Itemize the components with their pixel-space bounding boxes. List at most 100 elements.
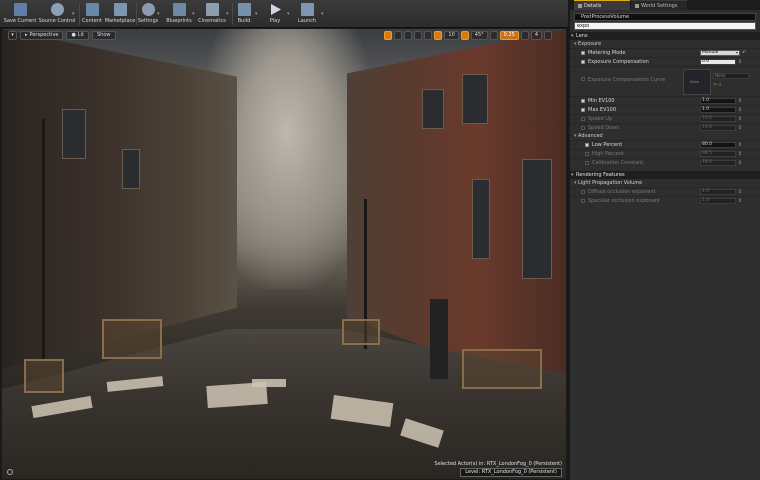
- subcategory-advanced[interactable]: Advanced: [570, 132, 760, 140]
- max-ev100-checkbox[interactable]: [581, 108, 585, 112]
- search-icon[interactable]: ⌕: [719, 82, 722, 88]
- max-ev100-input[interactable]: 1.0: [700, 107, 736, 113]
- diffuse-occlusion-checkbox[interactable]: [581, 190, 585, 194]
- low-percent-checkbox[interactable]: [585, 143, 589, 147]
- speed-up-checkbox[interactable]: [581, 117, 585, 121]
- view-mode-button[interactable]: ● Lit: [66, 31, 89, 40]
- reset-arrow-icon[interactable]: ↶: [742, 50, 747, 56]
- tab-world-settings[interactable]: World Settings: [631, 0, 687, 10]
- launch-button[interactable]: Launch: [294, 2, 320, 26]
- camera-speed-value[interactable]: 4: [530, 31, 542, 40]
- world-local-icon[interactable]: [414, 31, 423, 40]
- exposure-compensation-checkbox[interactable]: [581, 60, 585, 64]
- build-button[interactable]: Build: [233, 2, 255, 26]
- actor-name-field[interactable]: PostProcessVolume: [574, 12, 756, 21]
- category-rendering-features[interactable]: Rendering Features: [570, 171, 760, 179]
- scale-snap-value[interactable]: 0.25: [499, 31, 519, 40]
- spin-arrows-icon[interactable]: ⇕: [737, 160, 743, 166]
- window: [522, 159, 552, 279]
- build-icon: [237, 3, 251, 16]
- build-dropdown-icon[interactable]: ▾: [255, 11, 258, 17]
- speed-up-input[interactable]: 10.0: [700, 116, 736, 122]
- camera-speed-icon[interactable]: [520, 31, 529, 40]
- spin-arrows-icon[interactable]: ⇕: [737, 116, 743, 122]
- spin-arrows-icon[interactable]: ⇕: [737, 59, 743, 65]
- settings-button[interactable]: Settings: [137, 2, 159, 26]
- low-percent-row: Low Percent 80.0 ⇕: [570, 140, 760, 149]
- metering-mode-checkbox[interactable]: [581, 51, 585, 55]
- viewport-menu-button[interactable]: ▾: [8, 31, 17, 40]
- blueprints-button[interactable]: Blueprints: [165, 2, 193, 26]
- details-search-input[interactable]: expo: [574, 22, 756, 30]
- arrow-left-icon[interactable]: ⇦: [713, 82, 717, 88]
- details-icon: [578, 3, 582, 8]
- spin-arrows-icon[interactable]: ⇕: [737, 198, 743, 204]
- max-ev100-label: Max EV100: [588, 107, 617, 113]
- perspective-label: Perspective: [29, 32, 59, 38]
- scale-snap-icon[interactable]: [489, 31, 498, 40]
- speed-down-checkbox[interactable]: [581, 126, 585, 130]
- spin-arrows-icon[interactable]: ⇕: [737, 189, 743, 195]
- specular-occlusion-input[interactable]: 1.0: [700, 198, 736, 204]
- tab-details[interactable]: Details: [574, 0, 630, 10]
- subcategory-light-propagation-volume[interactable]: Light Propagation Volume: [570, 179, 760, 187]
- settings-dropdown-icon[interactable]: ▾: [157, 11, 160, 17]
- source-control-button[interactable]: Source Control: [37, 2, 77, 26]
- save-current-button[interactable]: Save Current: [4, 2, 36, 26]
- content-icon: [85, 3, 99, 16]
- min-ev100-checkbox[interactable]: [581, 99, 585, 103]
- settings-label: Settings: [137, 18, 159, 24]
- perspective-icon: ▸: [25, 32, 28, 38]
- show-button[interactable]: Show: [92, 31, 116, 40]
- low-percent-input[interactable]: 80.0: [700, 142, 736, 148]
- translate-mode-icon[interactable]: [384, 31, 393, 40]
- category-lens[interactable]: Lens: [570, 32, 760, 40]
- maximize-viewport-icon[interactable]: [544, 31, 552, 40]
- spin-arrows-icon[interactable]: ⇕: [737, 107, 743, 113]
- curve-thumbnail[interactable]: None: [683, 69, 711, 95]
- curve-browse-icons[interactable]: ⇦ ⌕: [713, 82, 722, 88]
- speed-up-row: Speed Up 10.0 ⇕: [570, 114, 760, 123]
- curve-asset-select[interactable]: None: [713, 73, 749, 79]
- diffuse-occlusion-input[interactable]: 1.0: [700, 189, 736, 195]
- spin-arrows-icon[interactable]: ⇕: [737, 142, 743, 148]
- spin-arrows-icon[interactable]: ⇕: [737, 125, 743, 131]
- calibration-constant-input[interactable]: 16.0: [700, 160, 736, 166]
- selected-actors-text: Selected Actor(s) in: RTX_LondonFog_0 (P…: [434, 461, 562, 467]
- speed-down-input[interactable]: 10.0: [700, 125, 736, 131]
- exposure-curve-checkbox[interactable]: [581, 77, 585, 81]
- spin-arrows-icon[interactable]: ⇕: [737, 151, 743, 157]
- rotation-snap-value[interactable]: 45°: [470, 31, 488, 40]
- perspective-button[interactable]: ▸ Perspective: [20, 31, 64, 40]
- content-button[interactable]: Content: [80, 2, 104, 26]
- play-dropdown-icon[interactable]: ▾: [287, 11, 290, 17]
- source-control-dropdown-icon[interactable]: ▾: [72, 11, 75, 17]
- marketplace-button[interactable]: Marketplace: [105, 2, 135, 26]
- viewport-transform-bar: 10 45° 0.25 4: [384, 31, 552, 40]
- exposure-compensation-input[interactable]: 0.0: [700, 59, 736, 65]
- calibration-constant-checkbox[interactable]: [585, 161, 589, 165]
- min-ev100-input[interactable]: 1.0: [700, 98, 736, 104]
- level-viewport[interactable]: ▾ ▸ Perspective ● Lit Show 10 45° 0.25 4 S…: [2, 29, 566, 479]
- grid-snap-icon[interactable]: [434, 31, 443, 40]
- metering-mode-select[interactable]: Manual: [700, 50, 740, 56]
- high-percent-input[interactable]: 98.5: [700, 151, 736, 157]
- launch-dropdown-icon[interactable]: ▾: [321, 11, 324, 17]
- rotate-mode-icon[interactable]: [394, 31, 403, 40]
- blueprints-dropdown-icon[interactable]: ▾: [192, 11, 195, 17]
- max-ev100-row: Max EV100 1.0 ⇕: [570, 105, 760, 114]
- launch-icon: [300, 3, 314, 16]
- cinematics-dropdown-icon[interactable]: ▾: [226, 11, 229, 17]
- surface-snap-icon[interactable]: [424, 31, 433, 40]
- rotation-snap-icon[interactable]: [460, 31, 469, 40]
- subcategory-exposure[interactable]: Exposure: [570, 40, 760, 48]
- spin-arrows-icon[interactable]: ⇕: [737, 98, 743, 104]
- clapper-icon: [205, 3, 219, 16]
- play-button[interactable]: Play: [264, 2, 286, 26]
- specular-occlusion-checkbox[interactable]: [581, 199, 585, 203]
- window: [462, 74, 488, 124]
- cinematics-button[interactable]: Cinematics: [198, 2, 226, 26]
- grid-snap-value[interactable]: 10: [444, 31, 459, 40]
- scale-mode-icon[interactable]: [404, 31, 413, 40]
- high-percent-checkbox[interactable]: [585, 152, 589, 156]
